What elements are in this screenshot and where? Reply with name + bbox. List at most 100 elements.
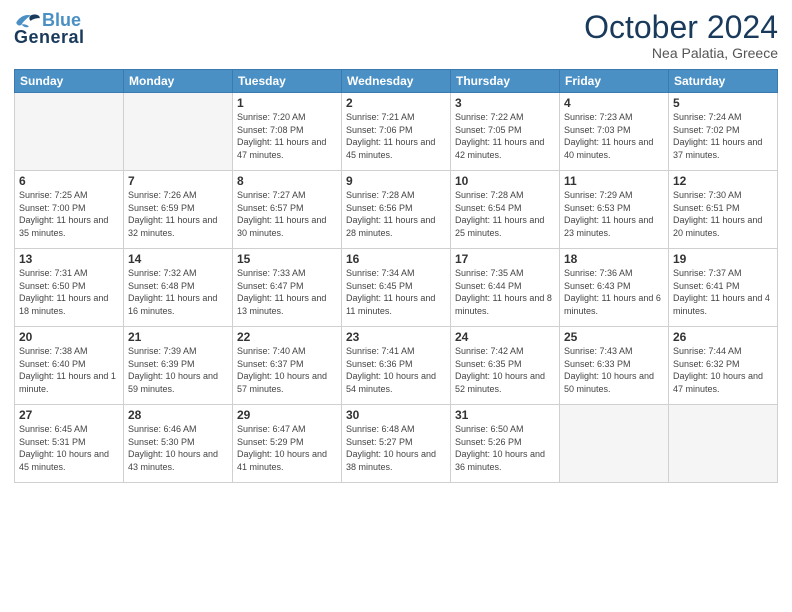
day-number: 20 — [19, 330, 119, 344]
day-info: Sunrise: 7:34 AM Sunset: 6:45 PM Dayligh… — [346, 267, 446, 317]
day-info: Sunrise: 7:36 AM Sunset: 6:43 PM Dayligh… — [564, 267, 664, 317]
calendar-cell — [124, 93, 233, 171]
calendar-cell: 14Sunrise: 7:32 AM Sunset: 6:48 PM Dayli… — [124, 249, 233, 327]
calendar-cell: 17Sunrise: 7:35 AM Sunset: 6:44 PM Dayli… — [451, 249, 560, 327]
day-number: 23 — [346, 330, 446, 344]
day-info: Sunrise: 7:24 AM Sunset: 7:02 PM Dayligh… — [673, 111, 773, 161]
day-number: 6 — [19, 174, 119, 188]
calendar-cell: 31Sunrise: 6:50 AM Sunset: 5:26 PM Dayli… — [451, 405, 560, 483]
day-number: 14 — [128, 252, 228, 266]
calendar-cell: 29Sunrise: 6:47 AM Sunset: 5:29 PM Dayli… — [233, 405, 342, 483]
day-number: 9 — [346, 174, 446, 188]
day-info: Sunrise: 7:43 AM Sunset: 6:33 PM Dayligh… — [564, 345, 664, 395]
day-number: 31 — [455, 408, 555, 422]
day-info: Sunrise: 6:50 AM Sunset: 5:26 PM Dayligh… — [455, 423, 555, 473]
calendar-cell: 1Sunrise: 7:20 AM Sunset: 7:08 PM Daylig… — [233, 93, 342, 171]
day-number: 18 — [564, 252, 664, 266]
day-info: Sunrise: 7:30 AM Sunset: 6:51 PM Dayligh… — [673, 189, 773, 239]
day-info: Sunrise: 7:39 AM Sunset: 6:39 PM Dayligh… — [128, 345, 228, 395]
logo-general-text: General — [14, 27, 85, 47]
calendar-cell: 19Sunrise: 7:37 AM Sunset: 6:41 PM Dayli… — [669, 249, 778, 327]
calendar-cell: 4Sunrise: 7:23 AM Sunset: 7:03 PM Daylig… — [560, 93, 669, 171]
calendar-cell: 10Sunrise: 7:28 AM Sunset: 6:54 PM Dayli… — [451, 171, 560, 249]
day-number: 25 — [564, 330, 664, 344]
day-number: 4 — [564, 96, 664, 110]
day-number: 21 — [128, 330, 228, 344]
header: Blue General October 2024 Nea Palatia, G… — [14, 10, 778, 61]
day-number: 3 — [455, 96, 555, 110]
calendar-cell: 6Sunrise: 7:25 AM Sunset: 7:00 PM Daylig… — [15, 171, 124, 249]
day-number: 27 — [19, 408, 119, 422]
day-info: Sunrise: 7:31 AM Sunset: 6:50 PM Dayligh… — [19, 267, 119, 317]
day-number: 15 — [237, 252, 337, 266]
calendar-table: SundayMondayTuesdayWednesdayThursdayFrid… — [14, 69, 778, 483]
title-section: October 2024 Nea Palatia, Greece — [584, 10, 778, 61]
calendar-cell: 18Sunrise: 7:36 AM Sunset: 6:43 PM Dayli… — [560, 249, 669, 327]
day-number: 1 — [237, 96, 337, 110]
calendar-cell: 20Sunrise: 7:38 AM Sunset: 6:40 PM Dayli… — [15, 327, 124, 405]
weekday-header-friday: Friday — [560, 70, 669, 93]
day-info: Sunrise: 7:32 AM Sunset: 6:48 PM Dayligh… — [128, 267, 228, 317]
week-row-4: 27Sunrise: 6:45 AM Sunset: 5:31 PM Dayli… — [15, 405, 778, 483]
day-number: 26 — [673, 330, 773, 344]
day-info: Sunrise: 7:37 AM Sunset: 6:41 PM Dayligh… — [673, 267, 773, 317]
day-info: Sunrise: 7:41 AM Sunset: 6:36 PM Dayligh… — [346, 345, 446, 395]
calendar-cell — [669, 405, 778, 483]
day-number: 30 — [346, 408, 446, 422]
day-number: 29 — [237, 408, 337, 422]
day-info: Sunrise: 7:33 AM Sunset: 6:47 PM Dayligh… — [237, 267, 337, 317]
month-title: October 2024 — [584, 10, 778, 45]
day-info: Sunrise: 7:35 AM Sunset: 6:44 PM Dayligh… — [455, 267, 555, 317]
day-info: Sunrise: 7:23 AM Sunset: 7:03 PM Dayligh… — [564, 111, 664, 161]
calendar-cell: 9Sunrise: 7:28 AM Sunset: 6:56 PM Daylig… — [342, 171, 451, 249]
week-row-1: 6Sunrise: 7:25 AM Sunset: 7:00 PM Daylig… — [15, 171, 778, 249]
calendar-cell: 11Sunrise: 7:29 AM Sunset: 6:53 PM Dayli… — [560, 171, 669, 249]
weekday-header-wednesday: Wednesday — [342, 70, 451, 93]
day-info: Sunrise: 7:26 AM Sunset: 6:59 PM Dayligh… — [128, 189, 228, 239]
day-info: Sunrise: 6:48 AM Sunset: 5:27 PM Dayligh… — [346, 423, 446, 473]
calendar-cell: 25Sunrise: 7:43 AM Sunset: 6:33 PM Dayli… — [560, 327, 669, 405]
calendar-cell: 22Sunrise: 7:40 AM Sunset: 6:37 PM Dayli… — [233, 327, 342, 405]
day-info: Sunrise: 7:44 AM Sunset: 6:32 PM Dayligh… — [673, 345, 773, 395]
day-info: Sunrise: 7:40 AM Sunset: 6:37 PM Dayligh… — [237, 345, 337, 395]
calendar-cell — [560, 405, 669, 483]
day-number: 2 — [346, 96, 446, 110]
calendar-cell: 15Sunrise: 7:33 AM Sunset: 6:47 PM Dayli… — [233, 249, 342, 327]
calendar-cell: 16Sunrise: 7:34 AM Sunset: 6:45 PM Dayli… — [342, 249, 451, 327]
day-info: Sunrise: 6:47 AM Sunset: 5:29 PM Dayligh… — [237, 423, 337, 473]
day-info: Sunrise: 6:46 AM Sunset: 5:30 PM Dayligh… — [128, 423, 228, 473]
week-row-0: 1Sunrise: 7:20 AM Sunset: 7:08 PM Daylig… — [15, 93, 778, 171]
weekday-header-tuesday: Tuesday — [233, 70, 342, 93]
weekday-header-monday: Monday — [124, 70, 233, 93]
weekday-header-thursday: Thursday — [451, 70, 560, 93]
week-row-2: 13Sunrise: 7:31 AM Sunset: 6:50 PM Dayli… — [15, 249, 778, 327]
calendar-cell: 26Sunrise: 7:44 AM Sunset: 6:32 PM Dayli… — [669, 327, 778, 405]
day-info: Sunrise: 7:21 AM Sunset: 7:06 PM Dayligh… — [346, 111, 446, 161]
day-number: 22 — [237, 330, 337, 344]
day-info: Sunrise: 7:28 AM Sunset: 6:54 PM Dayligh… — [455, 189, 555, 239]
day-info: Sunrise: 7:22 AM Sunset: 7:05 PM Dayligh… — [455, 111, 555, 161]
calendar-cell — [15, 93, 124, 171]
day-number: 17 — [455, 252, 555, 266]
day-info: Sunrise: 7:25 AM Sunset: 7:00 PM Dayligh… — [19, 189, 119, 239]
location-label: Nea Palatia, Greece — [584, 45, 778, 61]
day-number: 8 — [237, 174, 337, 188]
logo: Blue General — [14, 10, 85, 46]
day-number: 10 — [455, 174, 555, 188]
day-info: Sunrise: 7:38 AM Sunset: 6:40 PM Dayligh… — [19, 345, 119, 395]
calendar-cell: 8Sunrise: 7:27 AM Sunset: 6:57 PM Daylig… — [233, 171, 342, 249]
day-number: 16 — [346, 252, 446, 266]
day-info: Sunrise: 6:45 AM Sunset: 5:31 PM Dayligh… — [19, 423, 119, 473]
day-number: 24 — [455, 330, 555, 344]
calendar-cell: 28Sunrise: 6:46 AM Sunset: 5:30 PM Dayli… — [124, 405, 233, 483]
calendar-cell: 24Sunrise: 7:42 AM Sunset: 6:35 PM Dayli… — [451, 327, 560, 405]
calendar-cell: 23Sunrise: 7:41 AM Sunset: 6:36 PM Dayli… — [342, 327, 451, 405]
day-info: Sunrise: 7:42 AM Sunset: 6:35 PM Dayligh… — [455, 345, 555, 395]
weekday-header-saturday: Saturday — [669, 70, 778, 93]
day-info: Sunrise: 7:28 AM Sunset: 6:56 PM Dayligh… — [346, 189, 446, 239]
calendar-cell: 12Sunrise: 7:30 AM Sunset: 6:51 PM Dayli… — [669, 171, 778, 249]
calendar-cell: 21Sunrise: 7:39 AM Sunset: 6:39 PM Dayli… — [124, 327, 233, 405]
day-number: 28 — [128, 408, 228, 422]
calendar-cell: 7Sunrise: 7:26 AM Sunset: 6:59 PM Daylig… — [124, 171, 233, 249]
day-number: 7 — [128, 174, 228, 188]
